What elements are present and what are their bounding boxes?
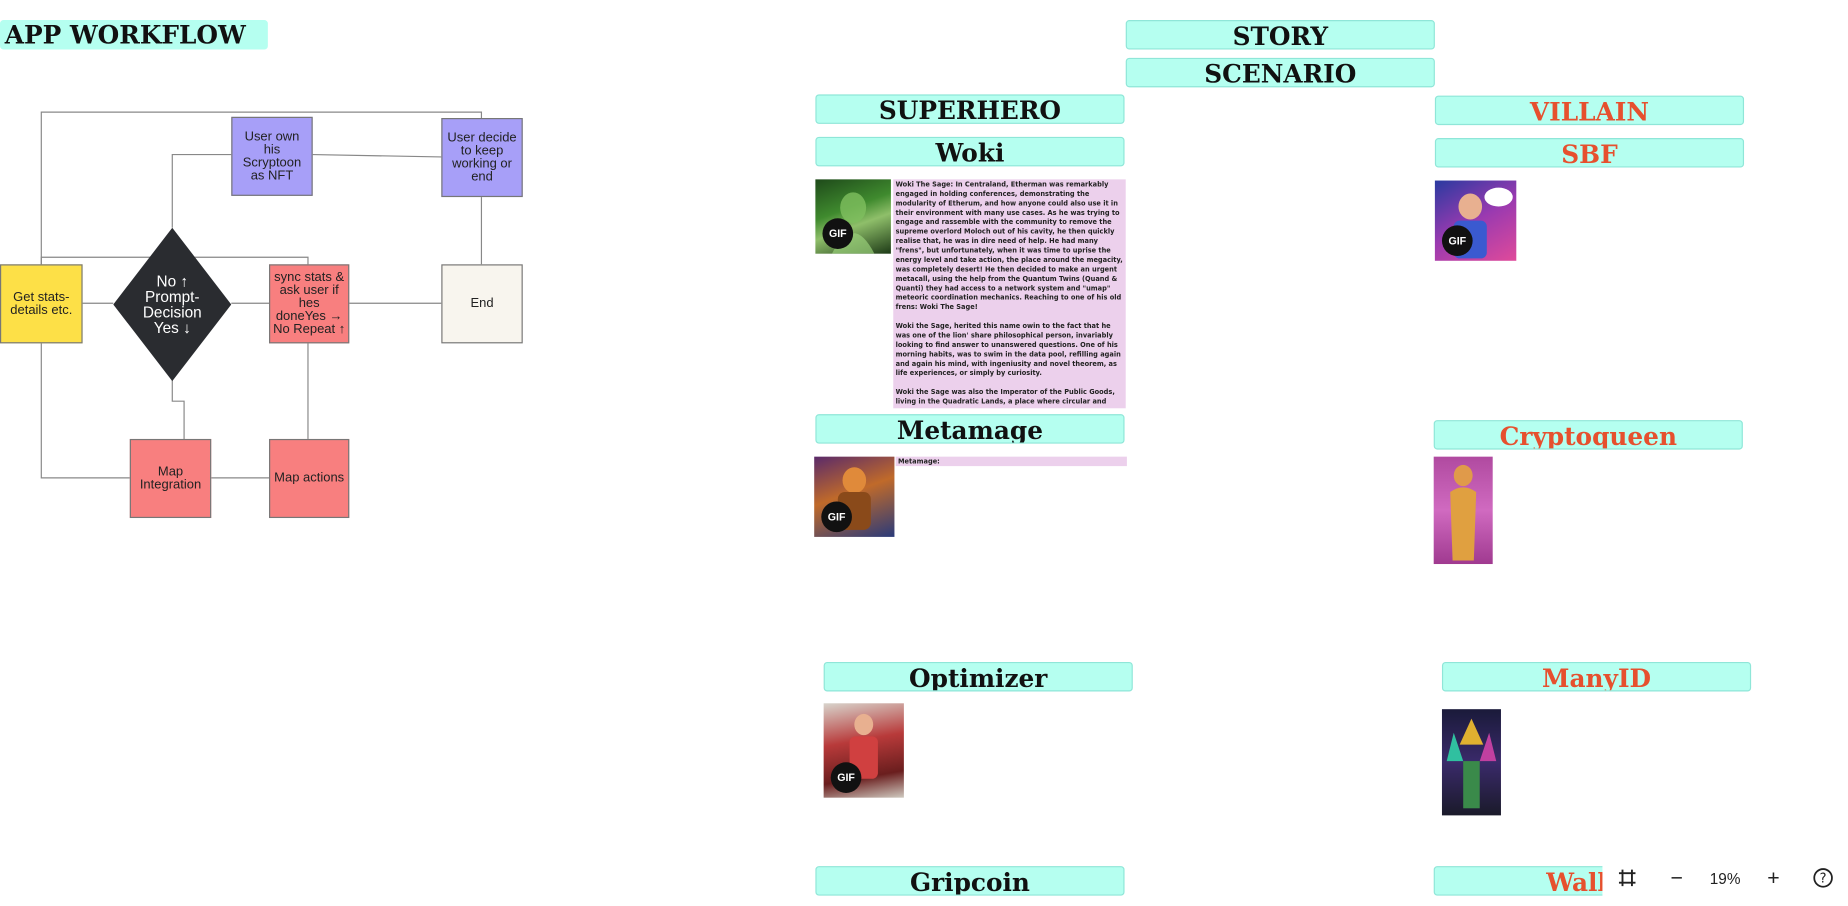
svg-text:?: ? bbox=[1820, 872, 1827, 887]
manyid-figure-icon bbox=[1446, 718, 1497, 809]
villain-header[interactable]: VILLAIN bbox=[1434, 95, 1745, 126]
villain-label-cryptoqueen[interactable]: Cryptoqueen bbox=[1433, 420, 1743, 450]
metamage-image[interactable]: GIF bbox=[814, 456, 895, 537]
zoom-toolbar: − 19% + ? bbox=[1602, 851, 1848, 904]
story-header[interactable]: STORY bbox=[1125, 20, 1435, 50]
scenario-header[interactable]: SCENARIO bbox=[1125, 57, 1435, 88]
prompt-decision-node[interactable]: No ↑ Prompt- Decision Yes ↓ bbox=[113, 227, 232, 382]
woki-story-paragraph: Woki the Sage, herited this name owin to… bbox=[895, 323, 1121, 378]
hero-label-gripcoin[interactable]: Gripcoin bbox=[815, 866, 1125, 896]
sbf-gif-badge: GIF bbox=[1441, 225, 1473, 257]
help-icon-glyph: ? bbox=[1813, 868, 1833, 888]
own-nft-node[interactable]: User own his Scryptoon as NFT bbox=[231, 116, 313, 196]
map-integration-node[interactable]: Map Integration bbox=[129, 438, 212, 519]
hero-label-metamage[interactable]: Metamage bbox=[815, 414, 1125, 444]
end-node[interactable]: End bbox=[441, 264, 523, 344]
user-decide-node[interactable]: User decide to keep working or end bbox=[441, 117, 523, 198]
cryptoqueen-figure-icon bbox=[1450, 464, 1477, 561]
hero-label-optimizer[interactable]: Optimizer bbox=[823, 661, 1133, 692]
woki-story-text: Woki The Sage: In Centraland, Etherman w… bbox=[893, 179, 1126, 409]
map-actions-node[interactable]: Map actions bbox=[269, 438, 350, 519]
zoom-level: 19% bbox=[1709, 869, 1741, 887]
villain-label-sbf[interactable]: SBF bbox=[1434, 138, 1745, 168]
sbf-image[interactable]: GIF bbox=[1434, 180, 1517, 261]
decision-label: No ↑ Prompt- Decision Yes ↓ bbox=[142, 272, 202, 337]
help-icon[interactable]: ? bbox=[1807, 861, 1840, 894]
woki-image[interactable]: GIF bbox=[815, 179, 891, 254]
woki-gif-badge: GIF bbox=[822, 218, 854, 249]
manyid-image[interactable] bbox=[1441, 709, 1501, 816]
villain-label-manyid[interactable]: ManyID bbox=[1441, 661, 1752, 692]
sync-stats-node[interactable]: sync stats & ask user if hes doneYes → N… bbox=[269, 264, 350, 344]
whiteboard-canvas[interactable]: APP WORKFLOW Get stats-details etc. No ↑… bbox=[0, 0, 1848, 906]
metamage-gif-badge: GIF bbox=[821, 501, 852, 533]
woki-story-paragraph: Woki The Sage: In Centraland, Etherman w… bbox=[895, 181, 1123, 312]
fit-to-screen-icon[interactable] bbox=[1611, 861, 1644, 894]
zoom-in-icon[interactable]: + bbox=[1757, 861, 1790, 894]
cryptoqueen-image[interactable] bbox=[1433, 456, 1493, 565]
optimizer-gif-badge: GIF bbox=[830, 762, 862, 793]
hero-label-woki[interactable]: Woki bbox=[815, 136, 1125, 167]
zoom-out-icon[interactable]: − bbox=[1660, 861, 1693, 894]
get-stats-node[interactable]: Get stats-details etc. bbox=[0, 264, 83, 344]
woki-story-paragraph: Woki the Sage was also the Imperator of … bbox=[895, 389, 1115, 406]
fit-to-screen-icon-glyph bbox=[1618, 869, 1636, 887]
metamage-story-text: Metamage: bbox=[895, 456, 1127, 467]
superhero-header[interactable]: SUPERHERO bbox=[815, 94, 1125, 124]
optimizer-image[interactable]: GIF bbox=[823, 703, 904, 798]
